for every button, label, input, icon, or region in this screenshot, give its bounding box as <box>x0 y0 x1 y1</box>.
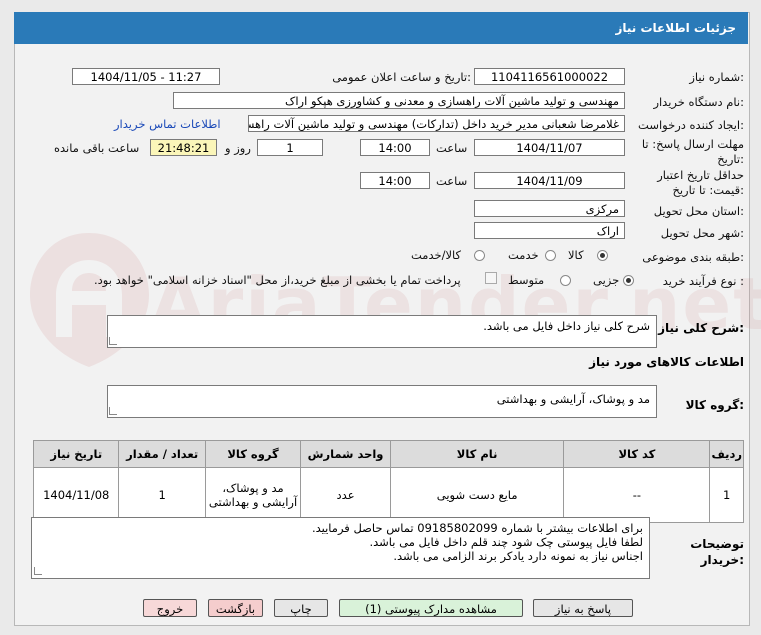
goods-group-resize-icon[interactable] <box>109 407 117 415</box>
reply-deadline-date: 1404/11/07 <box>474 139 625 156</box>
remaining-time-label: ساعت باقی مانده <box>54 141 140 155</box>
category-goods-label: کالا <box>568 248 584 262</box>
attachments-button[interactable]: مشاهده مدارک پیوستی (1) <box>339 599 523 617</box>
reply-button[interactable]: پاسخ به نیاز <box>533 599 633 617</box>
back-button[interactable]: بازگشت <box>208 599 263 617</box>
buyer-note-line: اجناس نیاز به نمونه دارد یادکر برند الزا… <box>393 549 643 563</box>
buyer-note-line: برای اطلاعات بیشتر با شماره 09185802099 … <box>311 521 643 535</box>
category-service-radio[interactable] <box>545 250 556 261</box>
price-validity-label: حداقل تاریخ اعتبار قیمت: تا تاریخ: <box>657 168 744 197</box>
reply-deadline-label: مهلت ارسال پاسخ: تا تاریخ: <box>641 137 744 166</box>
title-bar: جزئیات اطلاعات نیاز <box>14 12 748 44</box>
table-row: 1404/11/08 1 مد و پوشاک، آرایشی و بهداشت… <box>32 467 744 523</box>
purchase-medium-label: متوسط <box>508 273 545 287</box>
cell-code: -- <box>563 467 711 523</box>
buyer-contact-link[interactable]: اطلاعات تماس خریدار <box>114 117 221 131</box>
treasury-checkbox[interactable] <box>485 272 497 284</box>
need-number-field: 1104116561000022 <box>474 68 625 85</box>
buyer-org-field: مهندسی و تولید ماشین آلات راهسازی و معدن… <box>173 92 625 109</box>
purchase-minor-radio[interactable] <box>623 275 634 286</box>
reply-days-label: روز و <box>225 141 251 155</box>
goods-table: تاریخ نیاز تعداد / مقدار گروه کالا واحد … <box>32 440 744 523</box>
cell-row: 1 <box>709 467 744 523</box>
price-time-label: ساعت <box>436 174 468 188</box>
cell-quantity: 1 <box>118 467 206 523</box>
delivery-city-field: اراک <box>474 222 625 239</box>
col-need-date: تاریخ نیاز <box>32 440 120 468</box>
requester-field: غلامرضا شعبانی مدیر خرید داخل (تدارکات) … <box>248 115 625 132</box>
need-number-label: شماره نیاز: <box>689 70 744 84</box>
category-label: طبقه بندی موضوعی: <box>642 250 744 264</box>
treasury-note: پرداخت تمام یا بخشی از مبلغ خرید،از محل … <box>94 273 461 287</box>
summary-resize-icon[interactable] <box>109 337 117 345</box>
col-quantity: تعداد / مقدار <box>118 440 206 468</box>
reply-deadline-time: 14:00 <box>360 139 430 156</box>
category-both-radio[interactable] <box>474 250 485 261</box>
category-service-label: خدمت <box>508 248 539 262</box>
summary-label: شرح کلی نیاز: <box>658 321 744 335</box>
category-goods-radio[interactable] <box>597 250 608 261</box>
purchase-medium-radio[interactable] <box>560 275 571 286</box>
requester-label: ایجاد کننده درخواست: <box>638 118 744 132</box>
window-title: جزئیات اطلاعات نیاز <box>615 21 736 35</box>
col-unit: واحد شمارش <box>300 440 391 468</box>
category-both-label: کالا/خدمت <box>411 248 462 262</box>
col-row: ردیف <box>709 440 744 468</box>
delivery-city-label: شهر محل تحویل: <box>660 226 744 240</box>
price-validity-date: 1404/11/09 <box>474 172 625 189</box>
cell-need-date: 1404/11/08 <box>32 467 120 523</box>
exit-button[interactable]: خروج <box>143 599 197 617</box>
summary-textarea[interactable]: شرح کلی نیاز داخل فایل می باشد. <box>107 315 657 348</box>
goods-group-textarea[interactable]: مد و پوشاک، آرایشی و بهداشتی <box>107 385 657 418</box>
delivery-province-label: استان محل تحویل: <box>653 204 744 218</box>
buyer-notes-label: توضیحات خریدار: <box>690 537 744 567</box>
cell-unit: عدد <box>300 467 391 523</box>
goods-section-title: اطلاعات کالاهای مورد نیاز <box>589 355 744 369</box>
col-group: گروه کالا <box>204 440 302 468</box>
col-code: کد کالا <box>563 440 711 468</box>
announce-datetime-field: 1404/11/05 - 11:27 <box>72 68 220 85</box>
goods-group-label: گروه کالا: <box>685 398 744 412</box>
buyer-notes-textarea[interactable]: برای اطلاعات بیشتر با شماره 09185802099 … <box>31 517 650 579</box>
buyer-note-line: لطفا فایل پیوستی چک شود چند قلم داخل فای… <box>369 535 643 549</box>
purchase-minor-label: جزیی <box>593 273 620 287</box>
reply-days-field: 1 <box>257 139 323 156</box>
col-name: نام کالا <box>389 440 565 468</box>
buyer-org-label: نام دستگاه خریدار: <box>653 95 744 109</box>
purchase-type-label: نوع فرآیند خرید : <box>662 274 744 288</box>
price-validity-time: 14:00 <box>360 172 430 189</box>
table-header-row: تاریخ نیاز تعداد / مقدار گروه کالا واحد … <box>32 440 744 468</box>
cell-group: مد و پوشاک، آرایشی و بهداشتی <box>204 467 302 523</box>
remaining-time-field: 21:48:21 <box>150 139 217 156</box>
announce-datetime-label: تاریخ و ساعت اعلان عمومی: <box>332 70 471 84</box>
reply-time-label: ساعت <box>436 141 468 155</box>
watermark-logo-icon <box>22 225 157 378</box>
buyer-notes-resize-icon[interactable] <box>34 567 42 575</box>
delivery-province-field: مرکزی <box>474 200 625 217</box>
print-button[interactable]: چاپ <box>274 599 328 617</box>
cell-name: مایع دست شویی <box>389 467 565 523</box>
